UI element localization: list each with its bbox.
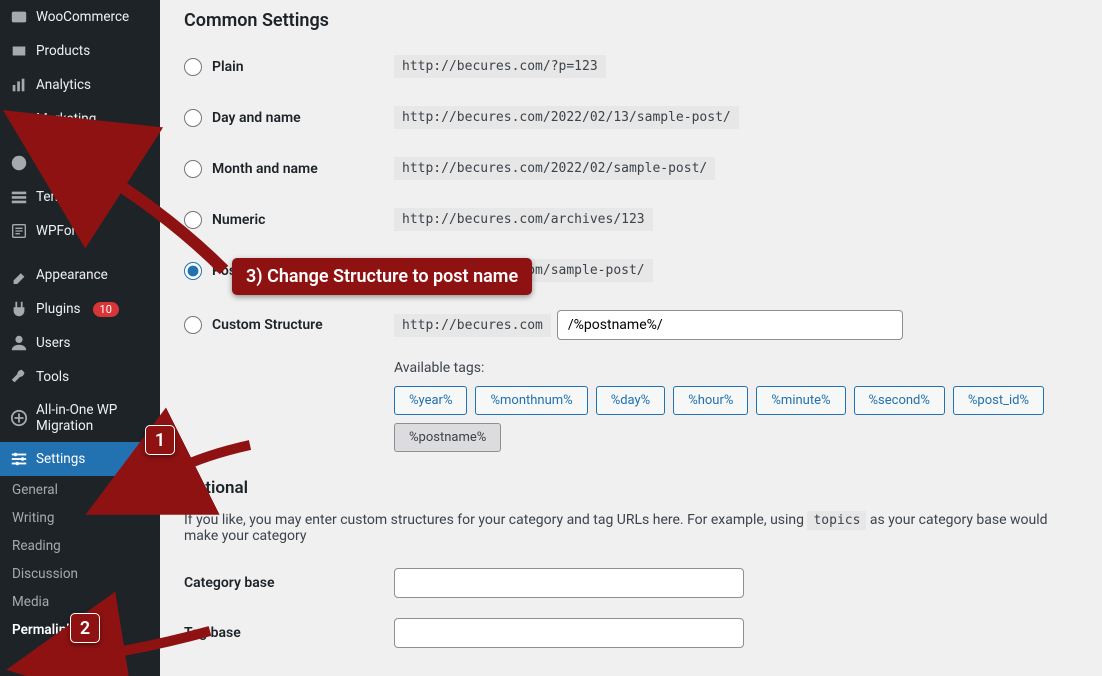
tag-year[interactable]: %year% — [394, 386, 467, 415]
sidebar-item-aio-migration[interactable]: All-in-One WP Migration — [0, 394, 160, 442]
tag-second[interactable]: %second% — [854, 386, 945, 415]
radio-custom[interactable] — [184, 316, 202, 334]
option-custom[interactable]: Custom Structure — [184, 316, 394, 334]
sidebar-sub-general[interactable]: General — [0, 476, 160, 504]
sidebar-sub-writing[interactable]: Writing — [0, 504, 160, 532]
tag-post-id[interactable]: %post_id% — [953, 386, 1044, 415]
sidebar-item-plugins[interactable]: Plugins10 — [0, 292, 160, 326]
url-day-and-name: http://becures.com/2022/02/13/sample-pos… — [394, 106, 739, 129]
sidebar-item-marketing[interactable]: Marketing — [0, 102, 160, 136]
annotation-step-3: 3) Change Structure to post name — [232, 258, 532, 295]
tag-base-input[interactable] — [394, 618, 744, 648]
available-tags: %year% %monthnum% %day% %hour% %minute% … — [394, 386, 1082, 452]
available-tags-label: Available tags: — [394, 360, 1082, 376]
custom-structure-input[interactable] — [557, 310, 903, 340]
sidebar-item-woocommerce[interactable]: WooCommerce — [0, 0, 160, 34]
sidebar-sub-reading[interactable]: Reading — [0, 532, 160, 560]
tag-minute[interactable]: %minute% — [756, 386, 845, 415]
annotation-arrow-3 — [94, 170, 234, 284]
annotation-arrow-1 — [165, 440, 255, 484]
tag-day[interactable]: %day% — [596, 386, 666, 415]
sidebar-item-products[interactable]: Products — [0, 34, 160, 68]
radio-day-and-name[interactable] — [184, 109, 202, 127]
category-base-label: Category base — [184, 575, 394, 591]
main-content: Common Settings Plain http://becures.com… — [160, 0, 1102, 676]
tag-hour[interactable]: %hour% — [673, 386, 748, 415]
tag-monthnum[interactable]: %monthnum% — [475, 386, 587, 415]
url-numeric: http://becures.com/archives/123 — [394, 208, 653, 231]
tag-postname[interactable]: %postname% — [394, 423, 501, 452]
option-day-and-name[interactable]: Day and name — [184, 109, 394, 127]
annotation-arrow-2 — [95, 626, 215, 670]
tag-base-label: Tag base — [184, 625, 394, 641]
sidebar-item-users[interactable]: Users — [0, 326, 160, 360]
sidebar-sub-media[interactable]: Media — [0, 588, 160, 616]
annotation-step-1: 1 — [145, 425, 175, 455]
sidebar-item-settings[interactable]: Settings — [0, 442, 160, 476]
admin-sidebar: WooCommerce Products Analytics Marketing… — [0, 0, 160, 676]
plugin-count-badge: 10 — [93, 302, 119, 317]
option-plain[interactable]: Plain — [184, 58, 394, 76]
url-plain: http://becures.com/?p=123 — [394, 55, 606, 78]
sidebar-item-analytics[interactable]: Analytics — [0, 68, 160, 102]
category-base-input[interactable] — [394, 568, 744, 598]
url-month-and-name: http://becures.com/2022/02/sample-post/ — [394, 157, 715, 180]
radio-plain[interactable] — [184, 58, 202, 76]
optional-description: If you like, you may enter custom struct… — [184, 512, 1082, 544]
common-settings-heading: Common Settings — [184, 10, 1082, 31]
sidebar-sub-discussion[interactable]: Discussion — [0, 560, 160, 588]
annotation-step-2: 2 — [70, 613, 100, 643]
custom-base-url: http://becures.com — [394, 314, 551, 337]
optional-heading: Optional — [184, 478, 1082, 498]
sidebar-item-tools[interactable]: Tools — [0, 360, 160, 394]
